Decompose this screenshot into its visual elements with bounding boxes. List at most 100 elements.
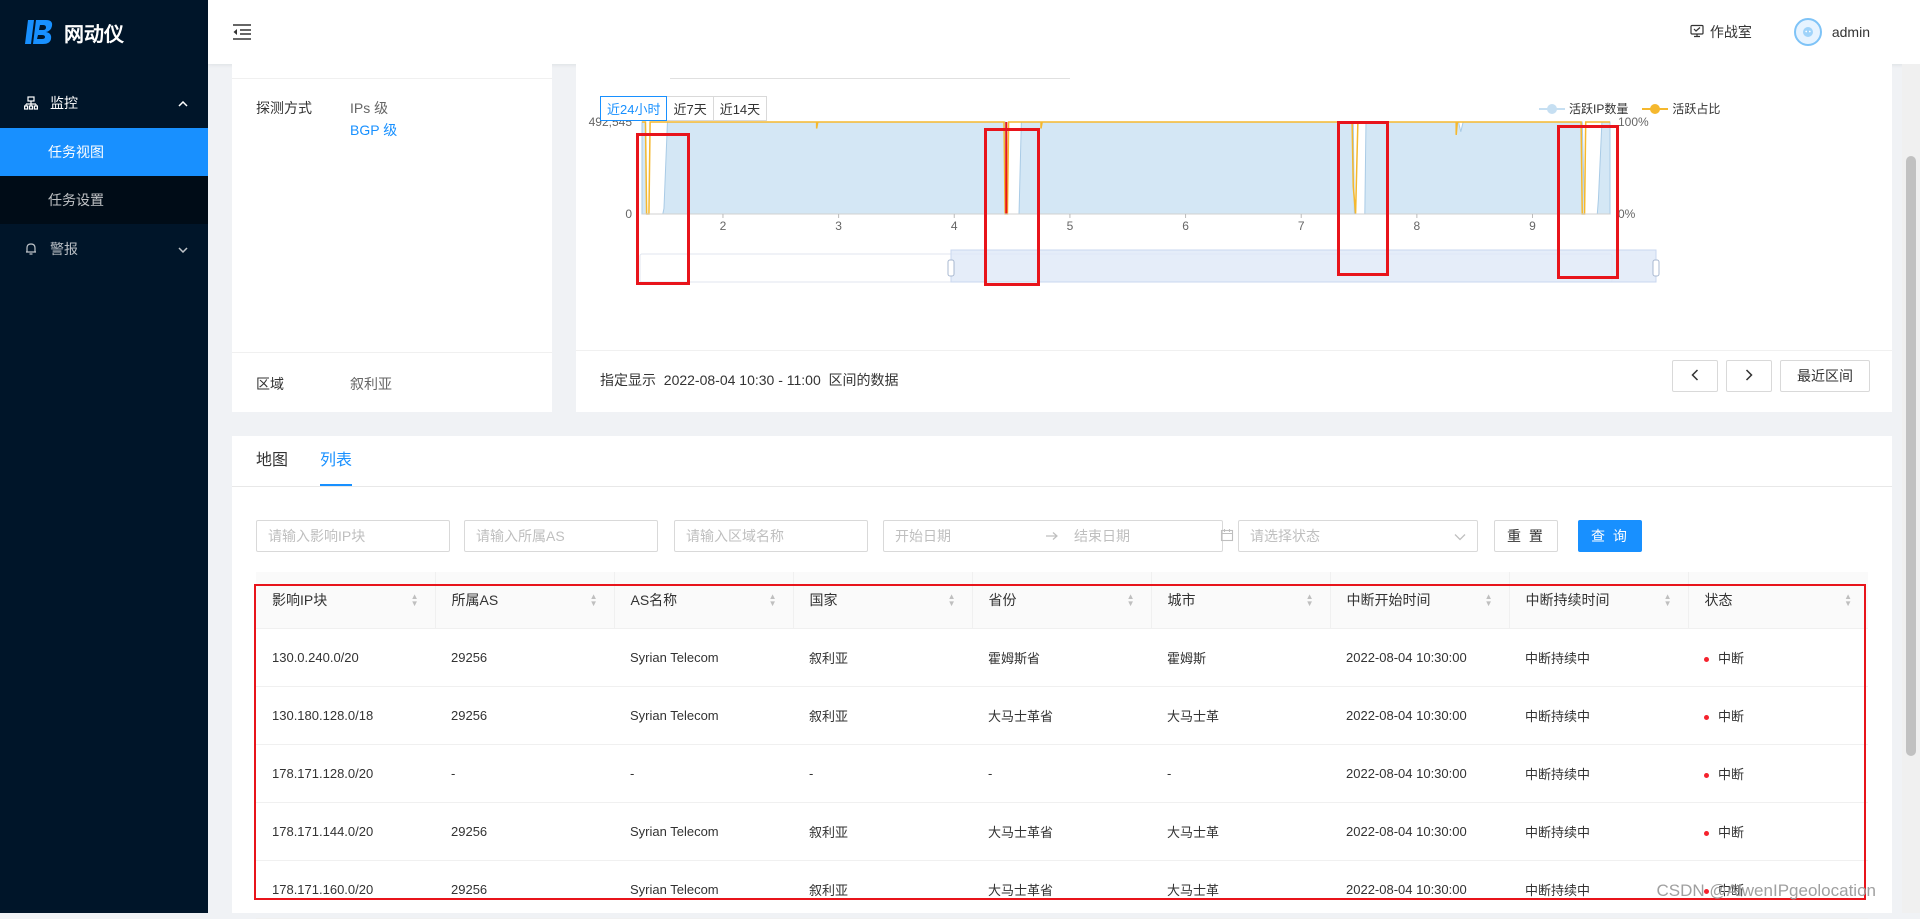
reset-button[interactable]: 重 置 [1494, 520, 1558, 552]
avatar [1793, 18, 1822, 46]
column-header-country[interactable]: 国家 ▲ ▼ [793, 572, 973, 629]
cell-text: 大马士革 [1167, 709, 1220, 724]
cell-text: 178.171.160.0/20 [272, 882, 374, 897]
page-scrollbar[interactable] [1902, 64, 1920, 913]
probe-method-ips[interactable]: IPs 级 [350, 98, 397, 118]
sort-icon[interactable]: ▲ ▼ [948, 593, 956, 608]
cell-ip-block: 178.171.128.0/20 [256, 744, 435, 803]
cell-duration: 中断持续中 [1509, 744, 1688, 803]
y-right-tick-label: 100% [1618, 115, 1649, 129]
start-date-input[interactable] [884, 528, 1041, 544]
date-range-picker [883, 520, 1234, 552]
bell-icon [24, 241, 40, 257]
column-header-province[interactable]: 省份 ▲ ▼ [972, 572, 1152, 629]
column-header-duration[interactable]: 中断持续时间 ▲ ▼ [1509, 572, 1689, 629]
end-date-input[interactable] [1063, 528, 1220, 544]
scrollbar-thumb[interactable] [1906, 156, 1916, 756]
probe-method-label: 探测方式 [256, 100, 312, 116]
column-header-as-name[interactable]: AS名称 ▲ ▼ [614, 572, 794, 629]
cell-text: 叙利亚 [809, 651, 849, 666]
cell-text: Syrian Telecom [630, 824, 719, 839]
x-tick-label: 8 [1414, 219, 1421, 233]
column-label: 所属AS [451, 592, 499, 608]
region-input[interactable] [675, 528, 867, 544]
outage-chart[interactable]: 2 3 4 5 6 7 8 90492,5450%100% [576, 64, 1892, 344]
cell-text: 叙利亚 [809, 883, 849, 898]
cell-duration: 中断持续中 [1509, 686, 1688, 745]
sort-icon[interactable]: ▲ ▼ [1127, 593, 1135, 608]
cell-as: 29256 [435, 802, 614, 861]
table-row[interactable]: 130.0.240.0/20 29256 Syrian Telecom 叙利亚 霍姆斯省… [256, 628, 1868, 687]
cell-start-time: 2022-08-04 10:30:00 [1330, 802, 1509, 861]
sort-icon[interactable]: ▲ ▼ [1306, 593, 1314, 608]
cell-text: 中断 [1718, 767, 1745, 782]
search-button[interactable]: 查 询 [1578, 520, 1642, 552]
chevron-left-icon [1691, 368, 1699, 384]
user-menu[interactable]: admin [1793, 18, 1870, 46]
sidebar: 网动仪 监控 任务视图 任务设置 警报 [0, 0, 208, 913]
calendar-icon[interactable] [1220, 528, 1234, 545]
sort-icon[interactable]: ▲ ▼ [411, 593, 419, 608]
column-label: 状态 [1704, 592, 1733, 608]
column-header-status[interactable]: 状态 ▲ ▼ [1688, 572, 1868, 629]
menu-group-monitor[interactable]: 监控 [0, 78, 208, 128]
cell-text: 叙利亚 [809, 709, 849, 724]
column-label: 省份 [988, 592, 1017, 608]
probe-method-row: 探测方式 IPs 级 BGP 级 [256, 98, 397, 138]
x-tick-label: 3 [835, 219, 842, 233]
divider [232, 78, 552, 79]
table-row[interactable]: 178.171.128.0/20 - - - - - 2022-08-04 10:30:00… [256, 744, 1868, 803]
probe-method-bgp[interactable]: BGP 级 [350, 120, 397, 140]
cell-as: - [435, 744, 614, 803]
status-select-input[interactable] [1239, 528, 1454, 544]
sort-icon[interactable]: ▲ ▼ [769, 593, 777, 608]
table-row[interactable]: 130.180.128.0/18 29256 Syrian Telecom 叙利亚 大马… [256, 686, 1868, 745]
next-range-button[interactable] [1726, 360, 1772, 392]
divider [232, 486, 1892, 487]
menu-fold-icon[interactable] [232, 23, 252, 41]
range-tab-24h[interactable]: 近24小时 [600, 96, 668, 121]
sort-icon[interactable]: ▲ ▼ [590, 593, 598, 608]
menu-group-alerts[interactable]: 警报 [0, 224, 208, 274]
as-input[interactable] [465, 528, 657, 544]
cell-text: 29256 [451, 650, 488, 665]
ip-block-input[interactable] [257, 528, 449, 544]
cell-text: 大马士革省 [988, 883, 1054, 898]
column-header-start-time[interactable]: 中断开始时间 ▲ ▼ [1330, 572, 1510, 629]
y-left-tick-label: 0 [625, 207, 632, 221]
sidebar-item-task-view[interactable]: 任务视图 [0, 128, 208, 176]
column-header-as[interactable]: 所属AS ▲ ▼ [435, 572, 615, 629]
sort-icon[interactable]: ▲ ▼ [1844, 593, 1852, 608]
cell-ip-block: 130.180.128.0/18 [256, 686, 435, 745]
cell-text: 大马士革 [1167, 883, 1220, 898]
table-row[interactable]: 178.171.144.0/20 29256 Syrian Telecom 叙利亚 大马… [256, 802, 1868, 861]
tab-map[interactable]: 地图 [256, 436, 288, 486]
table-row[interactable]: 178.171.160.0/20 29256 Syrian Telecom 叙利亚 大马… [256, 860, 1868, 919]
cell-start-time: 2022-08-04 10:30:00 [1330, 686, 1509, 745]
specify-range: 2022-08-04 10:30 - 11:00 [663, 372, 821, 388]
sort-icon[interactable]: ▲ ▼ [1664, 593, 1672, 608]
tab-list[interactable]: 列表 [320, 436, 353, 486]
war-room-link[interactable]: 作战室 [1690, 22, 1752, 42]
cell-country: - [793, 744, 972, 803]
probe-method-values: IPs 级 BGP 级 [350, 98, 397, 140]
cell-text: 2022-08-04 10:30:00 [1346, 650, 1467, 665]
column-header-ip-block[interactable]: 影响IP块 ▲ ▼ [256, 572, 436, 629]
cell-status: 中断 [1688, 744, 1868, 803]
status-select[interactable] [1238, 520, 1478, 552]
chevron-down-icon [1454, 528, 1466, 544]
column-header-city[interactable]: 城市 ▲ ▼ [1151, 572, 1331, 629]
sidebar-item-task-settings[interactable]: 任务设置 [0, 176, 208, 224]
x-tick-label: 6 [1182, 219, 1189, 233]
status-dot-icon [1704, 657, 1709, 663]
app-logo[interactable]: 网动仪 [0, 0, 208, 64]
cell-as: 29256 [435, 860, 614, 919]
cell-status: 中断 [1688, 628, 1868, 687]
status-dot-icon [1704, 773, 1709, 779]
cell-province: - [972, 744, 1151, 803]
sort-icon[interactable]: ▲ ▼ [1485, 593, 1493, 608]
cell-text: 2022-08-04 10:30:00 [1346, 824, 1467, 839]
prev-range-button[interactable] [1672, 360, 1718, 392]
latest-range-button[interactable]: 最近区间 [1780, 360, 1870, 392]
as-input-wrap [464, 520, 658, 552]
